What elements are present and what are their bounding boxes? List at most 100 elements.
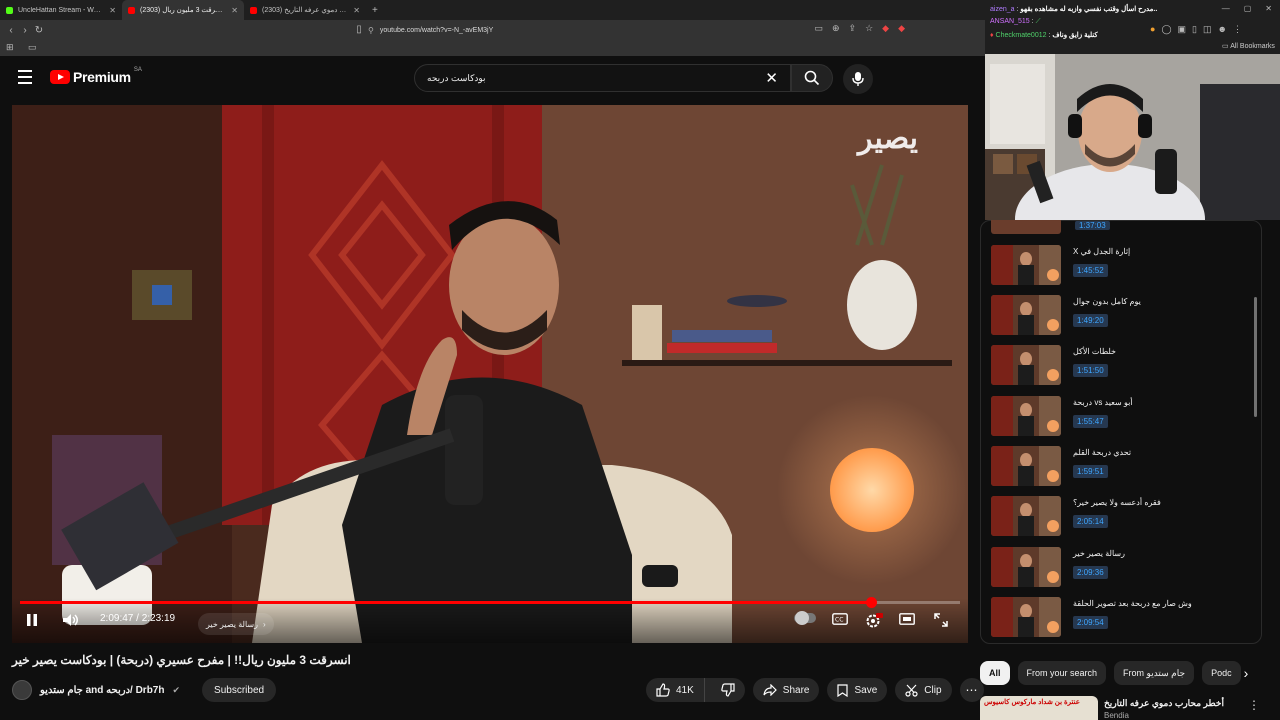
chapter-thumbnail[interactable] (991, 496, 1061, 536)
channel-name[interactable]: جام ستديو and دربحه/ Drb7h (40, 685, 164, 696)
apps-icon[interactable]: ⊞ (6, 42, 14, 53)
like-button[interactable]: 41K (646, 678, 705, 702)
volume-icon (63, 614, 78, 626)
chapter-thumbnail[interactable] (991, 396, 1061, 436)
chapter-item[interactable]: رسالة يصير خير 2:09:36 (991, 547, 1251, 589)
chapter-timestamp[interactable]: 2:09:36 (1073, 566, 1108, 579)
browser-tab-0[interactable]: UncleHattan Stream - Watch Live on ✕ (0, 0, 122, 20)
chapter-timestamp[interactable]: 1:37:03 (1075, 221, 1110, 230)
youtube-play-icon (50, 70, 70, 84)
search-input[interactable]: بودكاست دربحه ✕ (414, 64, 791, 92)
chapter-thumbnail[interactable] (991, 446, 1061, 486)
chat-text: كنلية زايق وناف (1052, 32, 1098, 39)
chevron-right-icon[interactable]: › (1234, 661, 1258, 685)
chapter-thumbnail[interactable] (991, 597, 1061, 637)
cast-icon[interactable]: ▭ (814, 23, 823, 34)
profile-icon[interactable]: ☻ (1218, 24, 1227, 35)
chapter-item[interactable]: وش صار مع دربحة بعد تصوير الحلقة 2:09:54 (991, 597, 1251, 639)
menu-icon[interactable] (18, 70, 32, 88)
extension-icon[interactable]: ◆ (882, 23, 889, 34)
dislike-button[interactable] (711, 678, 745, 702)
chapter-item[interactable]: يوم كامل بدون جوال 1:49:20 (991, 295, 1251, 337)
extension-icon[interactable]: ◆ (898, 23, 905, 34)
recommended-video[interactable]: عنترة بن شداد ماركوس كاسيوس أخطر محارب د… (980, 696, 1280, 720)
chapter-thumbnail[interactable] (991, 295, 1061, 335)
zoom-icon[interactable]: ⊕ (832, 23, 840, 34)
chapter-thumbnail[interactable] (991, 220, 1061, 234)
youtube-logo[interactable]: Premium SA (50, 67, 142, 85)
extension-icon[interactable]: ▣ (1178, 24, 1187, 35)
voice-search-button[interactable] (843, 64, 873, 94)
avatar[interactable] (12, 680, 32, 700)
extension-icon[interactable]: ● (1150, 24, 1155, 35)
chapters-scrollbar[interactable] (1254, 297, 1257, 417)
close-icon[interactable]: ✕ (231, 6, 238, 15)
chapter-item[interactable]: خلطات الأكل 1:51:50 (991, 345, 1251, 387)
recommended-thumbnail[interactable]: عنترة بن شداد ماركوس كاسيوس (980, 696, 1098, 720)
bookmark-star-icon[interactable]: ▯ (352, 24, 366, 35)
share-button[interactable]: Share (752, 678, 820, 702)
more-vertical-icon[interactable]: ⋮ (1248, 698, 1260, 712)
video-player[interactable]: ﻳﺼﻴﺮ 2:09:47 / 2:23:19 رسالة يصير خير › … (12, 105, 968, 643)
close-icon[interactable]: ✕ (1265, 4, 1272, 13)
chip-from-channel[interactable]: From جام ستديو (1114, 661, 1195, 685)
subtitles-button[interactable]: CC (832, 613, 848, 625)
chapter-item[interactable]: تحدي دربحة القلم 1:59:51 (991, 446, 1251, 488)
maximize-icon[interactable]: ▢ (1244, 4, 1252, 13)
save-button[interactable]: Save (827, 678, 888, 702)
forward-icon[interactable]: › (18, 25, 32, 36)
chapter-timestamp[interactable]: 2:05:14 (1073, 515, 1108, 528)
volume-button[interactable] (62, 613, 80, 627)
chapter-item[interactable]: إثارة الجدل في X 1:45:52 (991, 245, 1251, 287)
share-icon[interactable]: ⇪ (849, 23, 857, 34)
chapter-title: وش صار مع دربحة بعد تصوير الحلقة (1073, 599, 1192, 608)
chip-all[interactable]: All (980, 661, 1010, 685)
chapter-timestamp[interactable]: 1:49:20 (1073, 314, 1108, 327)
site-info-icon[interactable]: ⚲ (368, 26, 374, 35)
chapter-item[interactable]: أبو سعيد vs دربحة 1:55:47 (991, 396, 1251, 438)
chapter-timestamp[interactable]: 1:59:51 (1073, 465, 1108, 478)
chapter-button[interactable]: رسالة يصير خير › (198, 613, 274, 635)
chapter-timestamp[interactable]: 1:51:50 (1073, 364, 1108, 377)
settings-button[interactable] (865, 613, 883, 629)
svg-text:CC: CC (835, 617, 843, 624)
browser-tab-1[interactable]: (2303) انسرقت 3 مليون ريال!! | ✕ (122, 0, 244, 20)
fullscreen-button[interactable] (934, 613, 948, 627)
chapter-item[interactable]: فقره أدعسه ولا يصير خير؟ 2:05:14 (991, 496, 1251, 538)
chapter-thumbnail[interactable] (991, 345, 1061, 385)
chat-line: ♦ Checkmate0012 : كنلية زايق وناف (990, 31, 1098, 39)
autoplay-toggle[interactable] (794, 611, 816, 625)
chapter-thumbnail-image (991, 446, 1061, 486)
recommended-channel[interactable]: Bendia (1104, 711, 1129, 720)
close-icon[interactable]: ✕ (109, 6, 116, 15)
progress-bar[interactable] (20, 597, 960, 608)
chapter-timestamp[interactable]: 2:09:54 (1073, 616, 1108, 629)
bookmark-icon[interactable]: ☆ (865, 23, 873, 34)
minimize-icon[interactable]: — (1222, 4, 1230, 13)
chip-from-search[interactable]: From your search (1017, 661, 1107, 685)
pause-button[interactable] (26, 613, 38, 627)
sidebar-icon[interactable]: ▯ (1192, 24, 1197, 35)
chat-line: ANSAN_515 : ⟋ (990, 18, 1040, 26)
folder-icon[interactable]: ▭ (28, 42, 37, 53)
extension-icon[interactable]: ◫ (1203, 24, 1212, 35)
all-bookmarks[interactable]: ▭ All Bookmarks (1222, 42, 1275, 50)
video-actions: 41K Share Save Clip ⋯ (646, 678, 984, 702)
recommended-title[interactable]: أخطر محارب دموي عرفه التاريخ (1104, 698, 1224, 709)
reload-icon[interactable]: ↻ (32, 25, 46, 36)
browser-tab-2[interactable]: (2303) أخطر محارب دموي عرفه التاريخ ✕ (244, 0, 366, 20)
search-button[interactable] (791, 64, 833, 92)
new-tab-icon[interactable]: + (366, 5, 384, 16)
chapter-thumbnail[interactable] (991, 245, 1061, 285)
close-icon[interactable]: ✕ (353, 6, 360, 15)
chapter-thumbnail[interactable] (991, 547, 1061, 587)
subscribe-button[interactable]: Subscribed (202, 678, 277, 702)
back-icon[interactable]: ‹ (4, 25, 18, 36)
chapter-timestamp[interactable]: 1:45:52 (1073, 264, 1108, 277)
clip-button[interactable]: Clip (895, 678, 952, 702)
menu-icon[interactable]: ⋮ (1233, 24, 1242, 35)
miniplayer-button[interactable] (899, 613, 915, 625)
chat-icon[interactable]: ◯ (1161, 24, 1171, 35)
clear-search-icon[interactable]: ✕ (765, 69, 778, 87)
chapter-timestamp[interactable]: 1:55:47 (1073, 415, 1108, 428)
